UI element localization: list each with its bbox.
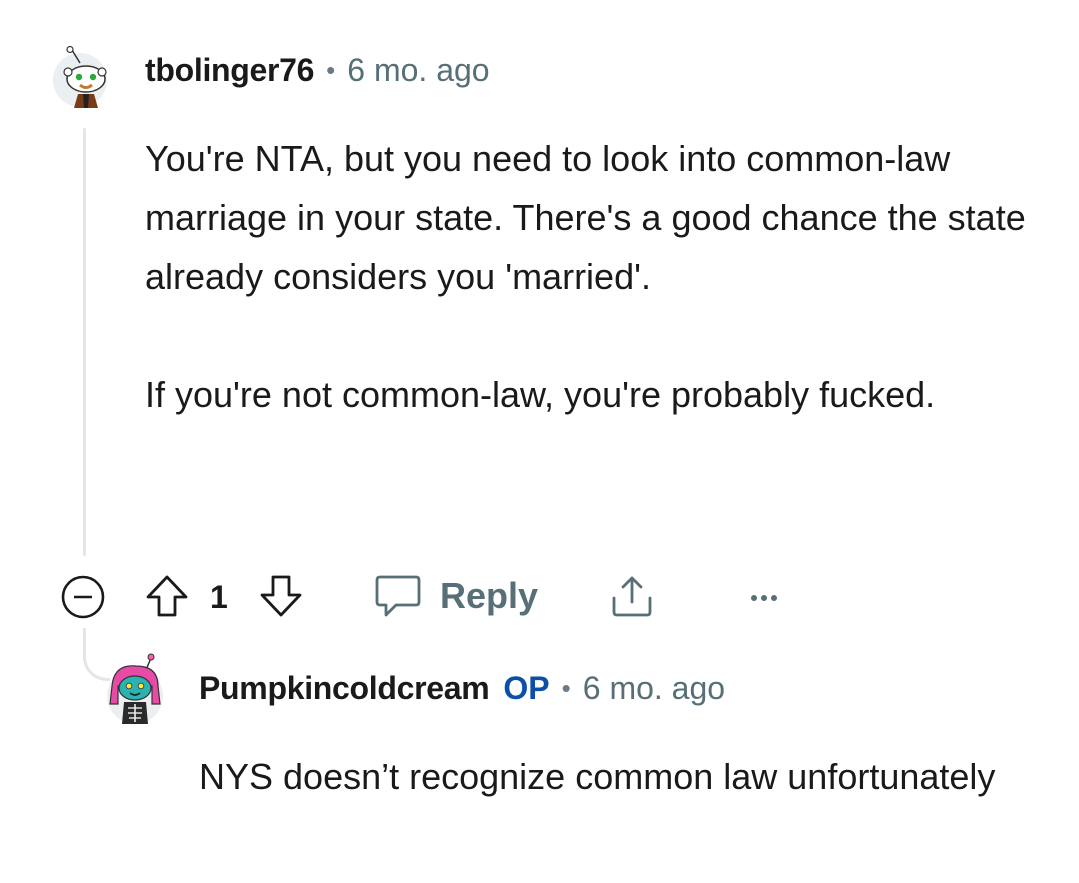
- meta-separator: •: [561, 673, 571, 703]
- share-button[interactable]: [608, 572, 656, 620]
- vote-score: 1: [210, 578, 228, 615]
- reply-username[interactable]: Pumpkincoldcream: [199, 670, 490, 707]
- op-badge: OP: [503, 670, 550, 706]
- upvote-arrow-icon: [146, 575, 188, 617]
- upvote-button[interactable]: [144, 573, 190, 619]
- comment-action-bar: 1 Reply: [60, 568, 800, 624]
- reply-label: Reply: [440, 575, 539, 616]
- reply-text: NYS doesn’t recognize common law unfortu…: [199, 756, 996, 797]
- comment-thread: tbolinger76 • 6 mo. ago You're NTA, but …: [0, 0, 1079, 883]
- comment-body: You're NTA, but you need to look into co…: [145, 129, 1045, 424]
- meta-separator: •: [326, 55, 336, 85]
- comment-meta: tbolinger76 • 6 mo. ago: [145, 52, 490, 89]
- collapse-thread-button[interactable]: [60, 574, 106, 620]
- more-options-button[interactable]: [740, 572, 788, 620]
- ellipsis-icon: [751, 595, 777, 601]
- share-icon: [612, 576, 652, 617]
- collapse-icon: [61, 575, 105, 619]
- reply-timestamp[interactable]: 6 mo. ago: [583, 670, 725, 707]
- thread-line[interactable]: [83, 128, 86, 556]
- reply-button[interactable]: Reply: [374, 570, 538, 622]
- comment-username[interactable]: tbolinger76: [145, 52, 314, 89]
- comment-timestamp[interactable]: 6 mo. ago: [347, 52, 489, 89]
- snoo-avatar-icon[interactable]: [106, 652, 164, 726]
- comment-paragraph: If you're not common-law, you're probabl…: [145, 374, 936, 415]
- reply-body: NYS doesn’t recognize common law unfortu…: [199, 747, 1039, 806]
- comment-bubble-icon: [375, 575, 421, 617]
- downvote-arrow-icon: [260, 575, 302, 617]
- downvote-button[interactable]: [258, 573, 304, 619]
- comment-paragraph: You're NTA, but you need to look into co…: [145, 138, 1026, 297]
- reply-meta: Pumpkincoldcream OP • 6 mo. ago: [199, 670, 725, 707]
- snoo-avatar-icon[interactable]: [52, 46, 108, 108]
